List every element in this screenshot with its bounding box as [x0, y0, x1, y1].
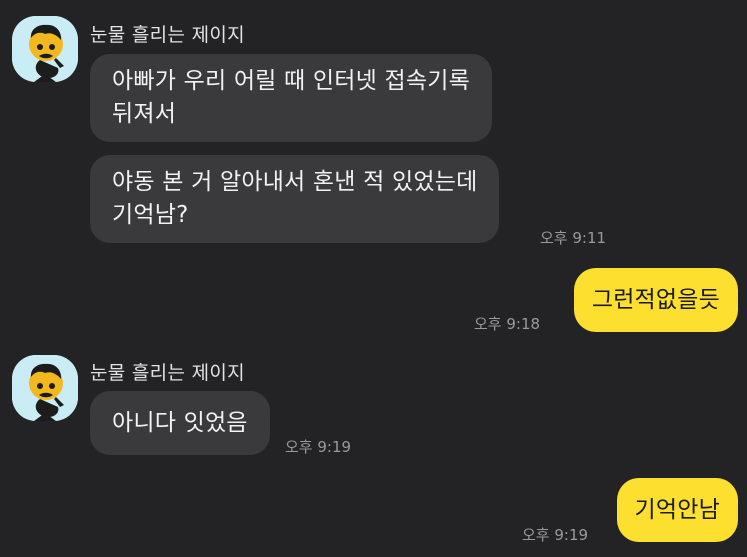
message-text-line: 아빠가 우리 어릴 때 인터넷 접속기록	[112, 68, 470, 94]
chat-room: 눈물 흘리는 제이지 아빠가 우리 어릴 때 인터넷 접속기록 뒤져서 야동 본…	[0, 0, 747, 557]
incoming-message-bubble[interactable]: 야동 본 거 알아내서 혼낸 적 있었는데 기억남?	[90, 155, 500, 243]
message-timestamp: 오후 9:11	[540, 229, 607, 247]
message-text-line: 야동 본 거 알아내서 혼낸 적 있었는데	[112, 169, 478, 195]
outgoing-message-bubble[interactable]: 기억안남	[616, 478, 738, 542]
message-timestamp: 오후 9:19	[522, 526, 589, 544]
message-timestamp: 오후 9:19	[285, 438, 352, 456]
message-text-line: 아니다 잇었음	[112, 410, 248, 436]
sender-name: 눈물 흘리는 제이지	[90, 362, 245, 384]
message-timestamp: 오후 9:18	[474, 315, 541, 333]
sender-avatar[interactable]	[12, 16, 78, 82]
outgoing-message-bubble[interactable]: 그런적없을듯	[573, 268, 738, 332]
incoming-message-bubble[interactable]: 아빠가 우리 어릴 때 인터넷 접속기록 뒤져서	[90, 54, 492, 142]
message-text-line: 뒤져서	[112, 101, 177, 127]
sender-avatar[interactable]	[12, 355, 78, 421]
crying-character-icon	[12, 16, 78, 82]
message-text-line: 기억남?	[112, 202, 189, 228]
crying-character-icon	[12, 355, 78, 421]
sender-name: 눈물 흘리는 제이지	[90, 24, 245, 46]
incoming-message-bubble[interactable]: 아니다 잇었음	[90, 391, 270, 455]
